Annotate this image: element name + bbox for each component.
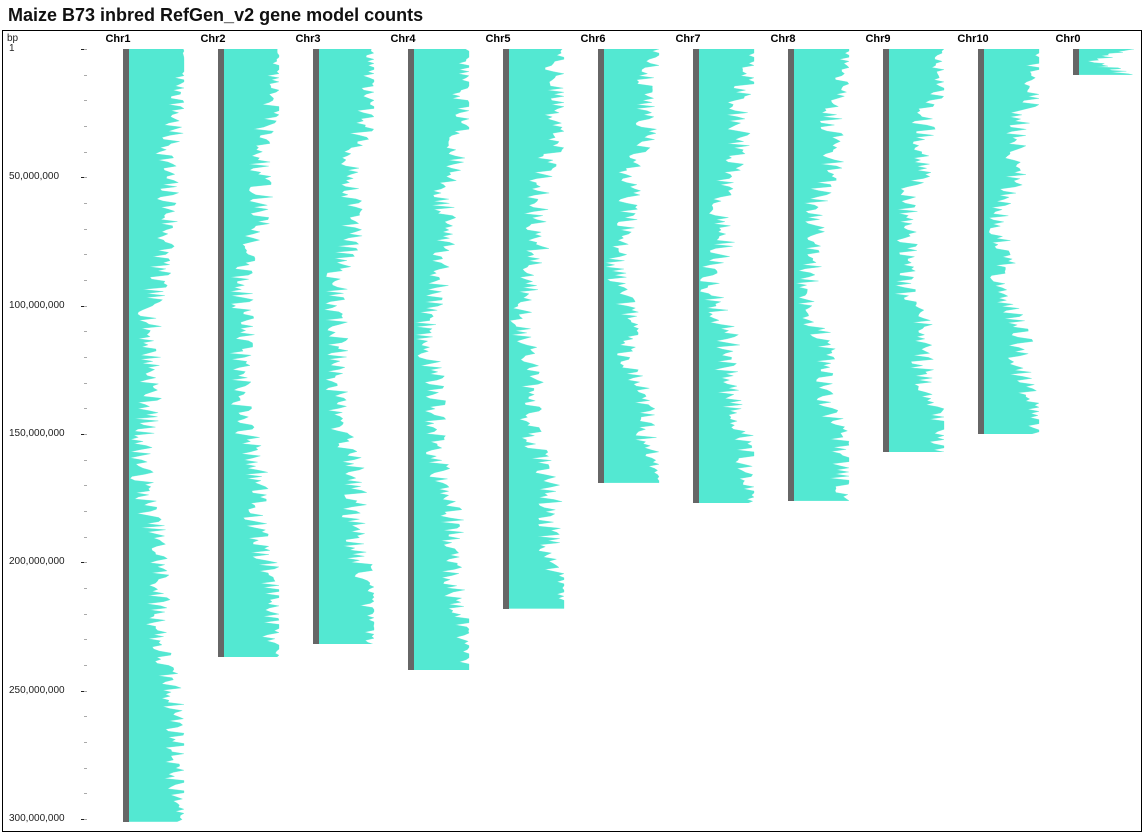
column-label: Chr7 <box>658 33 718 45</box>
y-tick-label: 50,000,000 <box>9 171 59 182</box>
column-label: Chr4 <box>373 33 433 45</box>
gene-density-track <box>414 49 471 670</box>
y-tick-label: 100,000,000 <box>9 300 65 311</box>
gene-density-track <box>1079 49 1136 75</box>
y-tick-label: 200,000,000 <box>9 556 65 567</box>
column-label: Chr2 <box>183 33 243 45</box>
column-label: Chr3 <box>278 33 338 45</box>
gene-density-track <box>129 49 186 822</box>
y-tick-label: 250,000,000 <box>9 685 65 696</box>
gene-density-track <box>604 49 661 483</box>
y-tick-label: 300,000,000 <box>9 813 65 824</box>
column-label: Chr0 <box>1038 33 1098 45</box>
y-tick-label: 150,000,000 <box>9 428 65 439</box>
y-tick-label: 1 <box>9 43 15 54</box>
column-label: Chr9 <box>848 33 908 45</box>
gene-density-track <box>509 49 566 609</box>
column-label: Chr6 <box>563 33 623 45</box>
chart-plot-area: bp 150,000,000100,000,000150,000,000200,… <box>2 30 1142 832</box>
column-label: Chr5 <box>468 33 528 45</box>
gene-density-track <box>984 49 1041 434</box>
column-label: Chr10 <box>943 33 1003 45</box>
gene-density-track <box>699 49 756 503</box>
chart-title: Maize B73 inbred RefGen_v2 gene model co… <box>0 0 1144 30</box>
gene-density-track <box>224 49 281 657</box>
column-label: Chr1 <box>88 33 148 45</box>
column-label: Chr8 <box>753 33 813 45</box>
gene-density-track <box>794 49 851 501</box>
gene-density-track <box>889 49 946 452</box>
gene-density-track <box>319 49 376 644</box>
